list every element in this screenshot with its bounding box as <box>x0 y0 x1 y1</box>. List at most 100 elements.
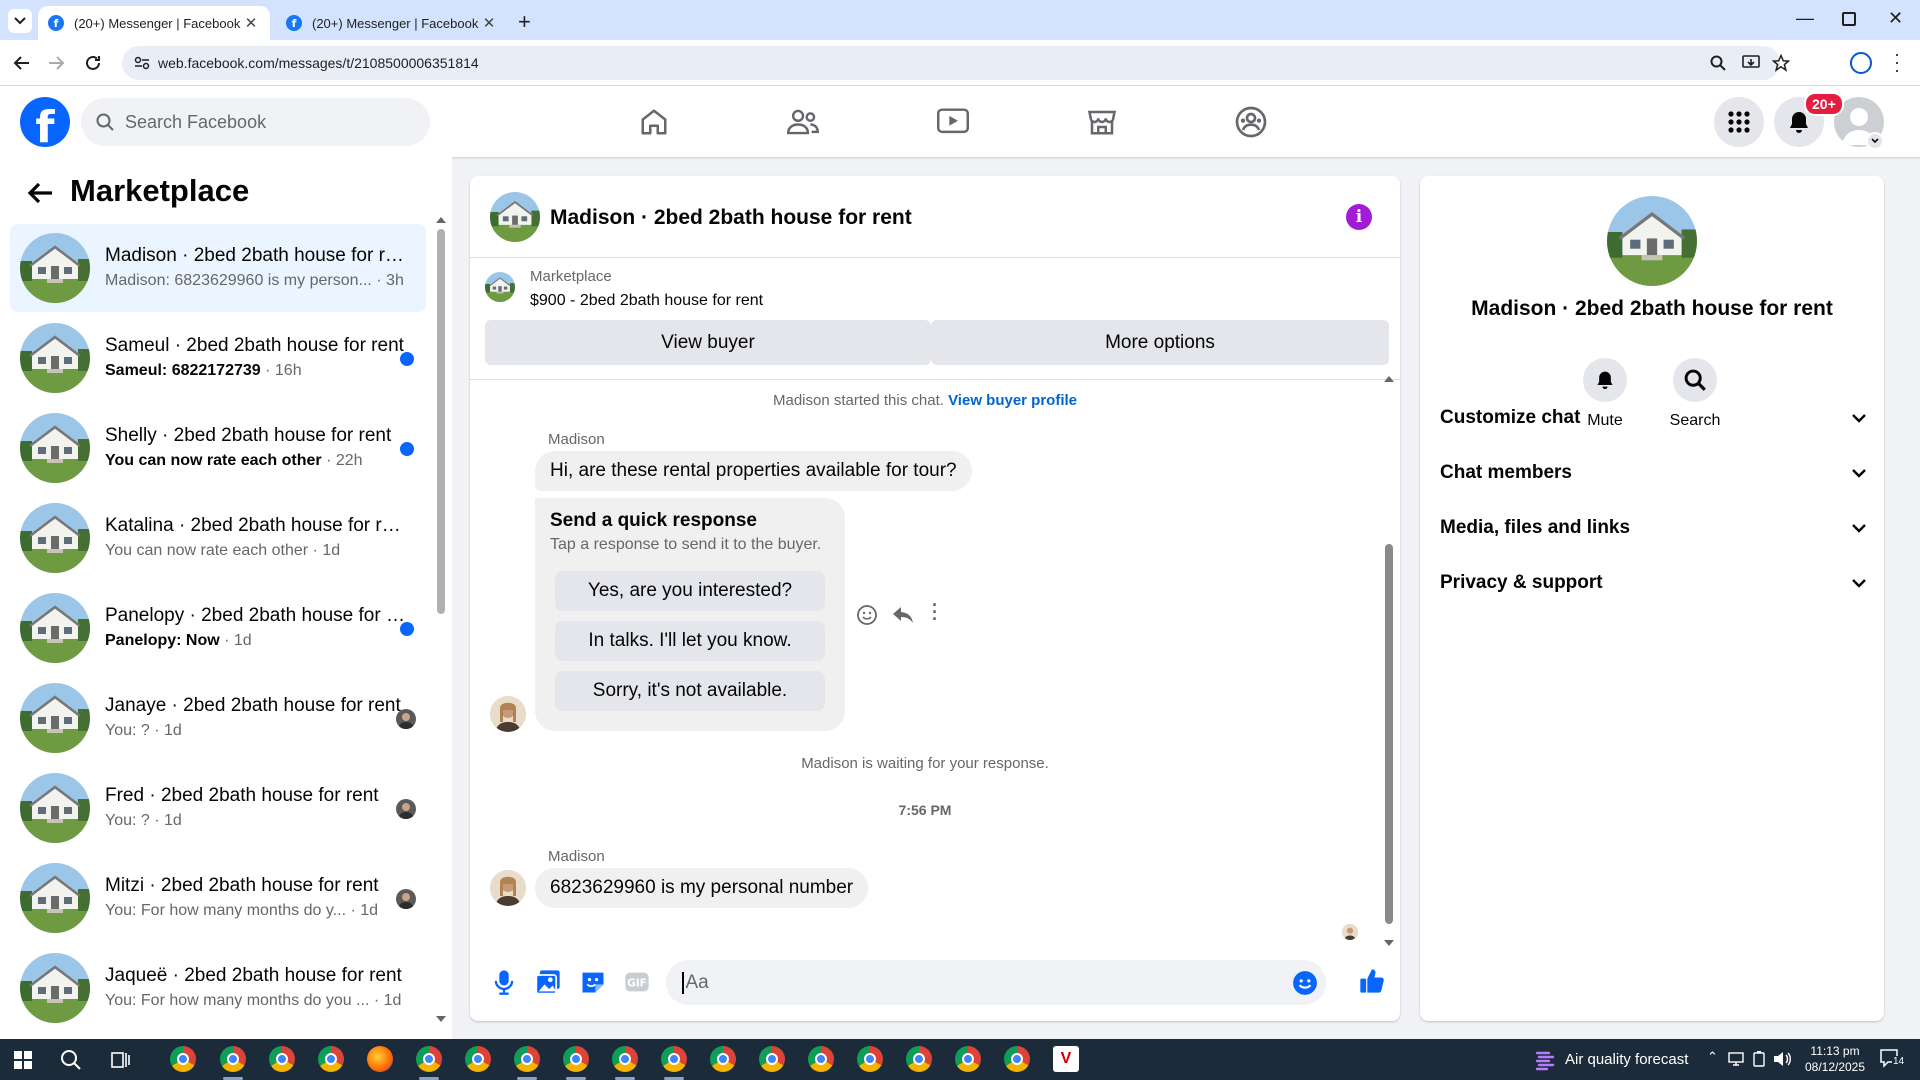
scrollbar[interactable] <box>436 217 446 1022</box>
scroll-up-arrow-icon[interactable] <box>1384 376 1394 382</box>
close-window-icon[interactable]: ✕ <box>1888 8 1903 29</box>
chrome-app-icon[interactable] <box>416 1046 442 1072</box>
chrome-app-icon[interactable] <box>1004 1046 1030 1072</box>
view-buyer-button[interactable]: View buyer <box>485 320 931 365</box>
forward-arrow-icon[interactable] <box>48 55 66 71</box>
profile-icon[interactable] <box>1850 52 1872 74</box>
windows-start-icon[interactable] <box>14 1051 32 1069</box>
account-chevron[interactable] <box>1866 132 1884 150</box>
chrome-app-icon[interactable] <box>710 1046 736 1072</box>
chrome-app-icon[interactable] <box>661 1046 687 1072</box>
message-input[interactable]: Aa <box>666 960 1326 1005</box>
chrome-app-icon[interactable] <box>269 1046 295 1072</box>
weather-icon[interactable] <box>1535 1049 1555 1071</box>
chrome-app-icon[interactable] <box>318 1046 344 1072</box>
scrollbar-thumb[interactable] <box>437 229 445 614</box>
conversation-item[interactable]: Katalina · 2bed 2bath house for rent You … <box>10 494 426 582</box>
restore-icon[interactable] <box>1842 12 1856 26</box>
close-tab-icon[interactable]: ✕ <box>242 14 260 32</box>
chat-title[interactable]: Madison · 2bed 2bath house for rent <box>550 206 912 230</box>
conversation-item[interactable]: Mitzi · 2bed 2bath house for rent You: Fo… <box>10 854 426 942</box>
chrome-app-icon[interactable] <box>759 1046 785 1072</box>
chrome-app-icon[interactable] <box>857 1046 883 1072</box>
quick-response-option[interactable]: In talks. I'll let you know. <box>555 621 825 661</box>
chrome-app-icon[interactable] <box>465 1046 491 1072</box>
taskbar-clock[interactable]: 11:13 pm 08/12/2025 <box>1800 1043 1870 1075</box>
details-section-2[interactable]: Chat members <box>1440 453 1866 493</box>
chat-details-avatar[interactable] <box>1607 196 1697 286</box>
chrome-app-icon[interactable] <box>170 1046 196 1072</box>
conversation-item[interactable]: Janaye · 2bed 2bath house for rent You: ?… <box>10 674 426 762</box>
info-icon[interactable]: i <box>1346 204 1372 230</box>
weather-widget[interactable]: Air quality forecast <box>1565 1051 1688 1068</box>
photo-icon[interactable] <box>534 968 562 996</box>
conversation-item[interactable]: Sameul · 2bed 2bath house for rent Sameul… <box>10 314 426 402</box>
browser-menu-icon[interactable]: · · · <box>1894 45 1900 79</box>
network-icon[interactable] <box>1728 1051 1744 1067</box>
chrome-app-icon[interactable] <box>808 1046 834 1072</box>
conversation-item[interactable]: Jaqueë · 2bed 2bath house for rent You: F… <box>10 944 426 1032</box>
sender-avatar[interactable] <box>490 870 526 906</box>
bookmark-star-icon[interactable] <box>1772 54 1790 72</box>
browser-tab-active[interactable]: f (20+) Messenger | Facebook ✕ <box>38 6 270 40</box>
chrome-app-icon[interactable] <box>955 1046 981 1072</box>
close-tab-icon[interactable]: ✕ <box>480 14 498 32</box>
minimize-icon[interactable]: — <box>1796 8 1814 29</box>
view-buyer-profile-link[interactable]: View buyer profile <box>948 392 1077 409</box>
install-app-icon[interactable] <box>1742 55 1760 71</box>
conversation-item[interactable]: Panelopy · 2bed 2bath house for rent Pane… <box>10 584 426 672</box>
site-info-icon[interactable] <box>134 56 150 70</box>
url-field[interactable]: web.facebook.com/messages/t/210850000635… <box>122 46 1790 80</box>
sender-avatar[interactable] <box>490 696 526 732</box>
nav-groups[interactable] <box>1227 98 1275 146</box>
message-bubble[interactable]: 6823629960 is my personal number <box>535 868 869 908</box>
taskbar-search-icon[interactable] <box>60 1049 82 1071</box>
notification-center-icon[interactable]: 14 <box>1880 1049 1906 1069</box>
thumbs-up-icon[interactable] <box>1358 967 1386 995</box>
new-tab-icon[interactable]: + <box>518 9 531 35</box>
menu-button[interactable] <box>1714 97 1764 147</box>
listing-thumbnail[interactable] <box>485 272 515 302</box>
battery-icon[interactable] <box>1752 1051 1766 1067</box>
scroll-down-arrow-icon[interactable] <box>436 1016 446 1022</box>
quick-response-option[interactable]: Sorry, it's not available. <box>555 671 825 711</box>
gif-icon[interactable]: GIF <box>623 968 651 996</box>
chat-avatar[interactable] <box>490 192 540 242</box>
more-actions-icon[interactable]: · · · <box>932 596 938 628</box>
tray-chevron-icon[interactable]: ⌃ <box>1707 1049 1718 1065</box>
scroll-up-arrow-icon[interactable] <box>436 217 446 223</box>
app-icon[interactable]: V <box>1053 1046 1079 1072</box>
back-arrow-icon[interactable] <box>27 182 53 204</box>
more-options-button[interactable]: More options <box>931 320 1389 365</box>
conversation-item[interactable]: Shelly · 2bed 2bath house for rent You ca… <box>10 404 426 492</box>
emoji-icon[interactable] <box>1292 970 1318 996</box>
chrome-app-icon[interactable] <box>514 1046 540 1072</box>
nav-marketplace[interactable] <box>1078 98 1126 146</box>
details-section-3[interactable]: Media, files and links <box>1440 508 1866 548</box>
reply-icon[interactable] <box>892 605 914 625</box>
react-emoji-icon[interactable] <box>856 604 878 626</box>
back-arrow-icon[interactable] <box>12 55 30 71</box>
nav-friends[interactable] <box>779 98 827 146</box>
listing-price[interactable]: $900 - 2bed 2bath house for rent <box>530 292 763 310</box>
chrome-app-icon[interactable] <box>612 1046 638 1072</box>
zoom-icon[interactable] <box>1710 55 1726 71</box>
nav-video[interactable] <box>929 98 977 146</box>
search-input[interactable]: Search Facebook <box>81 98 430 146</box>
conversation-item[interactable]: Fred · 2bed 2bath house for rent You: ? ·… <box>10 764 426 852</box>
scrollbar[interactable] <box>1384 376 1394 946</box>
volume-icon[interactable] <box>1773 1051 1791 1067</box>
nav-home[interactable] <box>630 98 678 146</box>
facebook-logo-icon[interactable]: f <box>20 97 70 147</box>
reload-icon[interactable] <box>84 54 102 72</box>
scrollbar-thumb[interactable] <box>1385 544 1393 924</box>
microphone-icon[interactable] <box>490 968 518 996</box>
sticker-icon[interactable] <box>579 968 607 996</box>
quick-response-option[interactable]: Yes, are you interested? <box>555 571 825 611</box>
tab-search-button[interactable] <box>8 9 32 33</box>
details-section-4[interactable]: Privacy & support <box>1440 563 1866 603</box>
browser-tab[interactable]: f (20+) Messenger | Facebook ✕ <box>276 6 508 40</box>
details-section-1[interactable]: Customize chat <box>1440 398 1866 438</box>
message-bubble[interactable]: Hi, are these rental properties availabl… <box>535 451 972 491</box>
chrome-app-icon[interactable] <box>220 1046 246 1072</box>
